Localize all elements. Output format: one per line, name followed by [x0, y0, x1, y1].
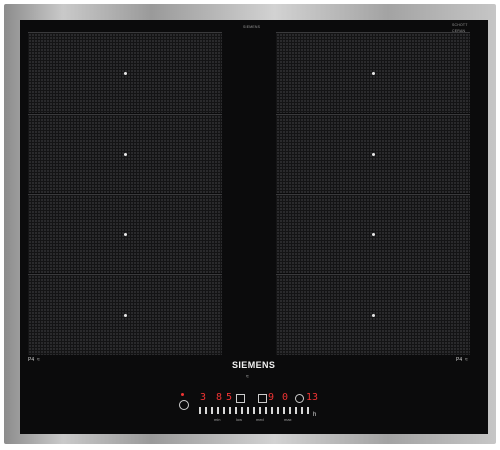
cooking-zone-right-1[interactable]	[276, 32, 470, 113]
cooking-zone-right-4[interactable]	[276, 274, 470, 355]
boost-label: h	[313, 412, 317, 418]
cooking-zone-left-2[interactable]	[28, 114, 222, 193]
right-zone-label: P4	[456, 357, 463, 363]
cooking-zone-left-4[interactable]	[28, 274, 222, 355]
cooking-zone-left-1[interactable]	[28, 32, 222, 113]
ceran-badge-line1: SCHOTT	[452, 23, 468, 27]
power-button[interactable]	[179, 400, 189, 410]
level-label-low: low	[236, 417, 243, 422]
zone-marker-icon	[124, 233, 127, 236]
power-level-slider[interactable]	[195, 407, 315, 414]
right-display-digit-1: 9	[268, 392, 275, 403]
zone-marker-icon	[372, 233, 375, 236]
timer-display: 13	[306, 392, 319, 403]
zone-marker-icon	[372, 314, 375, 317]
level-label-med: med	[256, 417, 264, 422]
level-label-min: min	[214, 417, 221, 422]
cooking-zone-right-3[interactable]	[276, 194, 470, 273]
cooking-zone-right-2[interactable]	[276, 114, 470, 193]
right-hob-symbol-icon: ≈	[465, 357, 468, 363]
zone-marker-icon	[124, 153, 127, 156]
level-label-max: max	[284, 417, 292, 422]
left-zone-label: P4	[28, 357, 35, 363]
pan-symbol-icon: ≈	[246, 374, 249, 380]
left-hob-symbol-icon: ≈	[37, 357, 40, 363]
zone-select-left-button[interactable]	[236, 394, 245, 403]
timer-clock-icon[interactable]	[295, 394, 304, 403]
left-display-digit-3: 5	[226, 392, 233, 403]
zone-marker-icon	[372, 72, 375, 75]
brand-logo: SIEMENS	[232, 360, 276, 370]
left-display-digit-1: 3	[200, 392, 207, 403]
power-indicator-icon	[181, 393, 184, 396]
cooking-zone-left-3[interactable]	[28, 194, 222, 273]
zone-marker-icon	[372, 153, 375, 156]
right-display-digit-2: 0	[282, 392, 289, 403]
model-text: SIEMENS	[243, 25, 261, 29]
zone-marker-icon	[124, 72, 127, 75]
zone-marker-icon	[124, 314, 127, 317]
left-display-digit-2: 8	[216, 392, 223, 403]
zone-select-right-button[interactable]	[258, 394, 267, 403]
